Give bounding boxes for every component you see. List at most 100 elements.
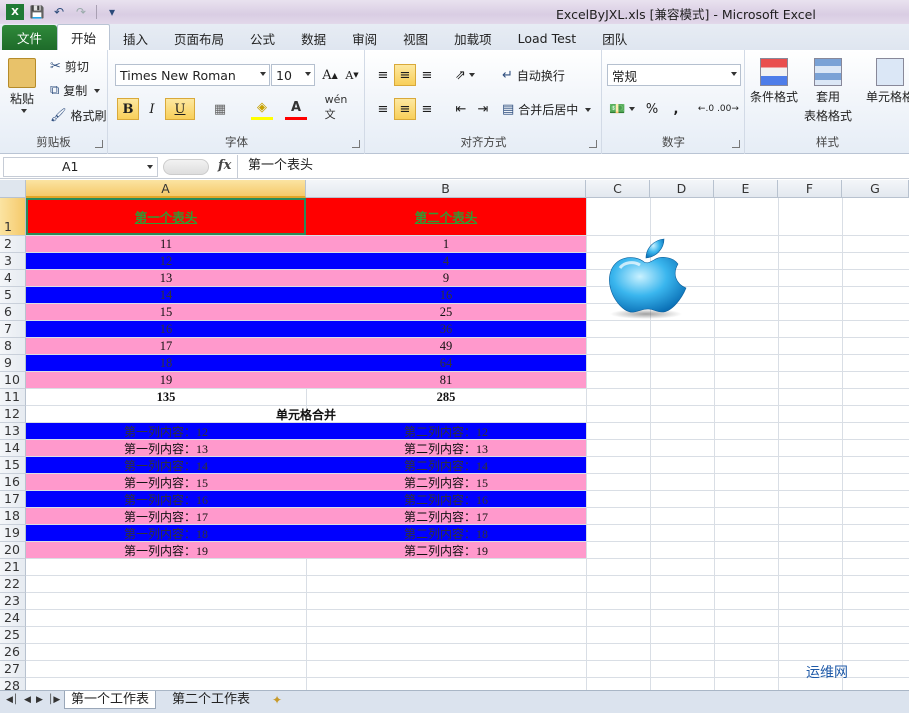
- conditional-format-button[interactable]: 条件格式: [750, 58, 798, 105]
- row-header-21[interactable]: 21: [0, 559, 26, 576]
- number-launcher-icon[interactable]: [732, 140, 740, 148]
- cell-styles-button[interactable]: 单元格格: [866, 58, 909, 105]
- bold-button[interactable]: B: [117, 98, 139, 120]
- redo-icon[interactable]: ↷: [72, 4, 90, 20]
- align-center-icon[interactable]: ≡: [394, 98, 416, 120]
- row-header-2[interactable]: 2: [0, 236, 26, 253]
- cell-a1[interactable]: 第一个表头: [26, 198, 306, 235]
- cell-a14[interactable]: 第一列内容：13: [26, 440, 306, 456]
- alignment-launcher-icon[interactable]: [589, 140, 597, 148]
- comma-button[interactable]: ,: [665, 98, 687, 120]
- cell-b15[interactable]: 第二列内容：14: [306, 457, 586, 473]
- merge-center-button[interactable]: ▤ 合并后居中: [502, 101, 592, 118]
- cell-a11[interactable]: 135: [26, 389, 306, 405]
- tab-home[interactable]: 开始: [57, 24, 111, 50]
- prev-sheet-icon[interactable]: ◀: [24, 695, 31, 705]
- row-header-27[interactable]: 27: [0, 661, 26, 678]
- font-size-select[interactable]: 10: [271, 64, 315, 86]
- column-header-e[interactable]: E: [714, 180, 778, 198]
- column-header-g[interactable]: G: [842, 180, 909, 198]
- copy-dropdown-icon[interactable]: [94, 88, 101, 93]
- formula-bar-splitter[interactable]: [163, 159, 209, 175]
- row-header-14[interactable]: 14: [0, 440, 26, 457]
- tab-formulas[interactable]: 公式: [237, 26, 288, 50]
- row-header-25[interactable]: 25: [0, 627, 26, 644]
- merge-dropdown-icon[interactable]: [585, 107, 592, 112]
- italic-button[interactable]: I: [141, 98, 163, 120]
- cell-a7[interactable]: 16: [26, 321, 306, 337]
- save-icon[interactable]: 💾: [28, 4, 46, 20]
- first-sheet-icon[interactable]: ◀│: [6, 695, 18, 705]
- shrink-font-icon[interactable]: A ▼: [341, 64, 363, 86]
- row-header-16[interactable]: 16: [0, 474, 26, 491]
- orientation-icon[interactable]: ⇗: [450, 64, 480, 86]
- cell-a6[interactable]: 15: [26, 304, 306, 320]
- cut-button[interactable]: ✂ 剪切: [50, 58, 89, 75]
- align-top-icon[interactable]: ≡: [372, 64, 394, 86]
- column-header-a[interactable]: A: [26, 180, 306, 198]
- cell-b5[interactable]: 16: [306, 287, 586, 303]
- row-header-4[interactable]: 4: [0, 270, 26, 287]
- cell-b6[interactable]: 25: [306, 304, 586, 320]
- row-header-12[interactable]: 12: [0, 406, 26, 423]
- decrease-indent-icon[interactable]: ⇤: [450, 98, 472, 120]
- cell-a10[interactable]: 19: [26, 372, 306, 388]
- tab-review[interactable]: 审阅: [339, 26, 390, 50]
- align-right-icon[interactable]: ≡: [416, 98, 438, 120]
- tab-insert[interactable]: 插入: [110, 26, 161, 50]
- cell-b20[interactable]: 第二列内容：19: [306, 542, 586, 558]
- cell-a2[interactable]: 11: [26, 236, 306, 252]
- wrap-text-button[interactable]: ↵ 自动换行: [502, 67, 565, 84]
- number-format-select[interactable]: 常规: [607, 64, 741, 86]
- column-header-f[interactable]: F: [778, 180, 842, 198]
- new-sheet-icon[interactable]: ✦: [272, 693, 282, 707]
- copy-button[interactable]: ⧉ 复制: [50, 82, 101, 99]
- row-header-26[interactable]: 26: [0, 644, 26, 661]
- decrease-decimal-icon[interactable]: .00→: [717, 98, 739, 120]
- tab-page-layout[interactable]: 页面布局: [161, 26, 237, 50]
- cell-b4[interactable]: 9: [306, 270, 586, 286]
- row-header-7[interactable]: 7: [0, 321, 26, 338]
- row-header-19[interactable]: 19: [0, 525, 26, 542]
- font-color-icon[interactable]: A: [285, 98, 307, 120]
- borders-icon[interactable]: ▦: [209, 98, 231, 120]
- customize-toolbar-icon[interactable]: ▾: [103, 4, 121, 20]
- cell-a20[interactable]: 第一列内容：19: [26, 542, 306, 558]
- row-header-6[interactable]: 6: [0, 304, 26, 321]
- row-header-20[interactable]: 20: [0, 542, 26, 559]
- apple-logo-image[interactable]: [600, 234, 690, 324]
- clipboard-launcher-icon[interactable]: [95, 140, 103, 148]
- row-header-22[interactable]: 22: [0, 576, 26, 593]
- row-header-10[interactable]: 10: [0, 372, 26, 389]
- cell-b2[interactable]: 1: [306, 236, 586, 252]
- sheet-tab-1[interactable]: 第一个工作表: [64, 691, 157, 709]
- underline-button[interactable]: U: [165, 98, 195, 120]
- cell-a4[interactable]: 13: [26, 270, 306, 286]
- cell-a9[interactable]: 18: [26, 355, 306, 371]
- format-as-table-button[interactable]: 套用 表格格式: [804, 58, 852, 124]
- row-header-13[interactable]: 13: [0, 423, 26, 440]
- undo-icon[interactable]: ↶: [50, 4, 68, 20]
- cell-a19[interactable]: 第一列内容：18: [26, 525, 306, 541]
- worksheet-grid[interactable]: A B C D E F G 1 2 3 4 5 6 7 8 9 10 11 12 13 14 15 16 17 18 19 20 21…: [0, 180, 909, 690]
- formula-input[interactable]: 第一个表头: [237, 155, 909, 178]
- select-all-corner[interactable]: [0, 180, 26, 198]
- cell-b14[interactable]: 第二列内容：13: [306, 440, 586, 456]
- row-header-18[interactable]: 18: [0, 508, 26, 525]
- cell-b11[interactable]: 285: [306, 389, 586, 405]
- tab-addins[interactable]: 加载项: [441, 26, 505, 50]
- cell-a13[interactable]: 第一列内容：12: [26, 423, 306, 439]
- cell-b16[interactable]: 第二列内容：15: [306, 474, 586, 490]
- row-header-23[interactable]: 23: [0, 593, 26, 610]
- tab-load-test[interactable]: Load Test: [505, 26, 590, 50]
- cell-b10[interactable]: 81: [306, 372, 586, 388]
- column-header-d[interactable]: D: [650, 180, 714, 198]
- row-header-28[interactable]: 28: [0, 678, 26, 690]
- tab-file[interactable]: 文件: [2, 25, 57, 50]
- increase-indent-icon[interactable]: ⇥: [472, 98, 494, 120]
- cell-b8[interactable]: 49: [306, 338, 586, 354]
- last-sheet-icon[interactable]: │▶: [48, 695, 60, 705]
- next-sheet-icon[interactable]: ▶: [36, 695, 43, 705]
- cell-b7[interactable]: 36: [306, 321, 586, 337]
- row-header-5[interactable]: 5: [0, 287, 26, 304]
